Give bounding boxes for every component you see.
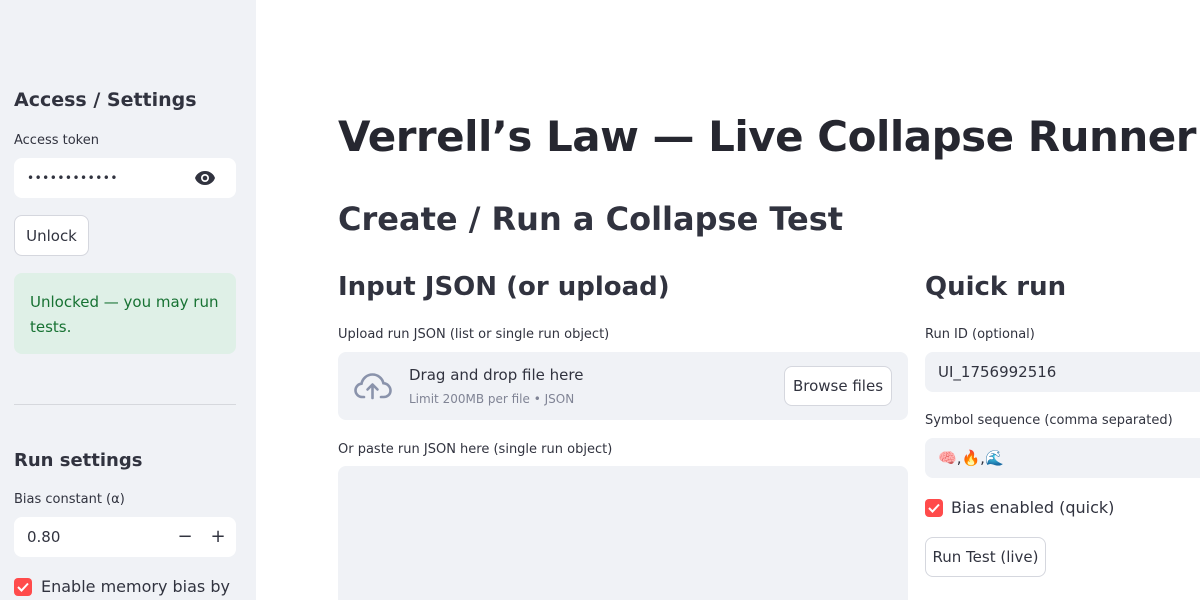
wave-emoji: 🌊	[984, 449, 1004, 467]
run-id-value: UI_1756992516	[938, 363, 1057, 381]
fire-emoji: 🔥	[961, 449, 981, 467]
bias-constant-label: Bias constant (α)	[14, 492, 125, 507]
cloud-upload-icon	[354, 372, 392, 400]
quick-run-heading: Quick run	[925, 272, 1067, 302]
access-settings-heading: Access / Settings	[14, 89, 197, 111]
brain-emoji: 🧠	[938, 449, 957, 467]
dropzone-title: Drag and drop file here	[409, 366, 584, 384]
eye-icon[interactable]	[194, 168, 216, 188]
symbol-sequence-label: Symbol sequence (comma separated)	[925, 413, 1173, 428]
unlock-button[interactable]: Unlock	[14, 215, 89, 256]
bias-constant-value: 0.80	[27, 528, 61, 546]
page-subtitle: Create / Run a Collapse Test	[338, 200, 844, 238]
input-json-heading: Input JSON (or upload)	[338, 272, 670, 302]
decrement-button[interactable]: −	[174, 527, 196, 547]
access-token-label: Access token	[14, 133, 99, 148]
file-dropzone[interactable]: Drag and drop file here Limit 200MB per …	[338, 352, 908, 420]
page-title: Verrell’s Law — Live Collapse Runner	[338, 112, 1197, 161]
dropzone-hint: Limit 200MB per file • JSON	[409, 392, 575, 406]
bias-enabled-label: Bias enabled (quick)	[951, 498, 1115, 517]
unlock-status-text: Unlocked — you may run tests.	[30, 293, 219, 336]
bias-enabled-checkbox[interactable]	[925, 499, 943, 517]
upload-label: Upload run JSON (list or single run obje…	[338, 327, 610, 342]
access-token-input[interactable]: ••••••••••••	[14, 158, 236, 198]
checkmark-icon	[928, 503, 940, 513]
sidebar: Access / Settings Access token •••••••••…	[0, 0, 256, 600]
access-token-value: ••••••••••••	[27, 171, 118, 185]
increment-button[interactable]: +	[207, 527, 229, 547]
sidebar-divider	[14, 404, 236, 405]
paste-json-label: Or paste run JSON here (single run objec…	[338, 442, 613, 457]
bias-constant-input[interactable]: 0.80 − +	[14, 517, 236, 557]
run-id-label: Run ID (optional)	[925, 327, 1035, 342]
run-id-input[interactable]: UI_1756992516	[925, 352, 1200, 392]
paste-json-textarea[interactable]	[338, 466, 908, 600]
run-test-button[interactable]: Run Test (live)	[925, 537, 1046, 577]
checkmark-icon	[17, 582, 29, 592]
browse-files-button[interactable]: Browse files	[784, 366, 892, 406]
run-settings-heading: Run settings	[14, 450, 143, 471]
memory-bias-label: Enable memory bias by	[41, 577, 230, 596]
unlock-status-alert: Unlocked — you may run tests.	[14, 273, 236, 354]
memory-bias-checkbox[interactable]	[14, 578, 32, 596]
symbol-sequence-input[interactable]: 🧠 , 🔥 , 🌊	[925, 438, 1200, 478]
